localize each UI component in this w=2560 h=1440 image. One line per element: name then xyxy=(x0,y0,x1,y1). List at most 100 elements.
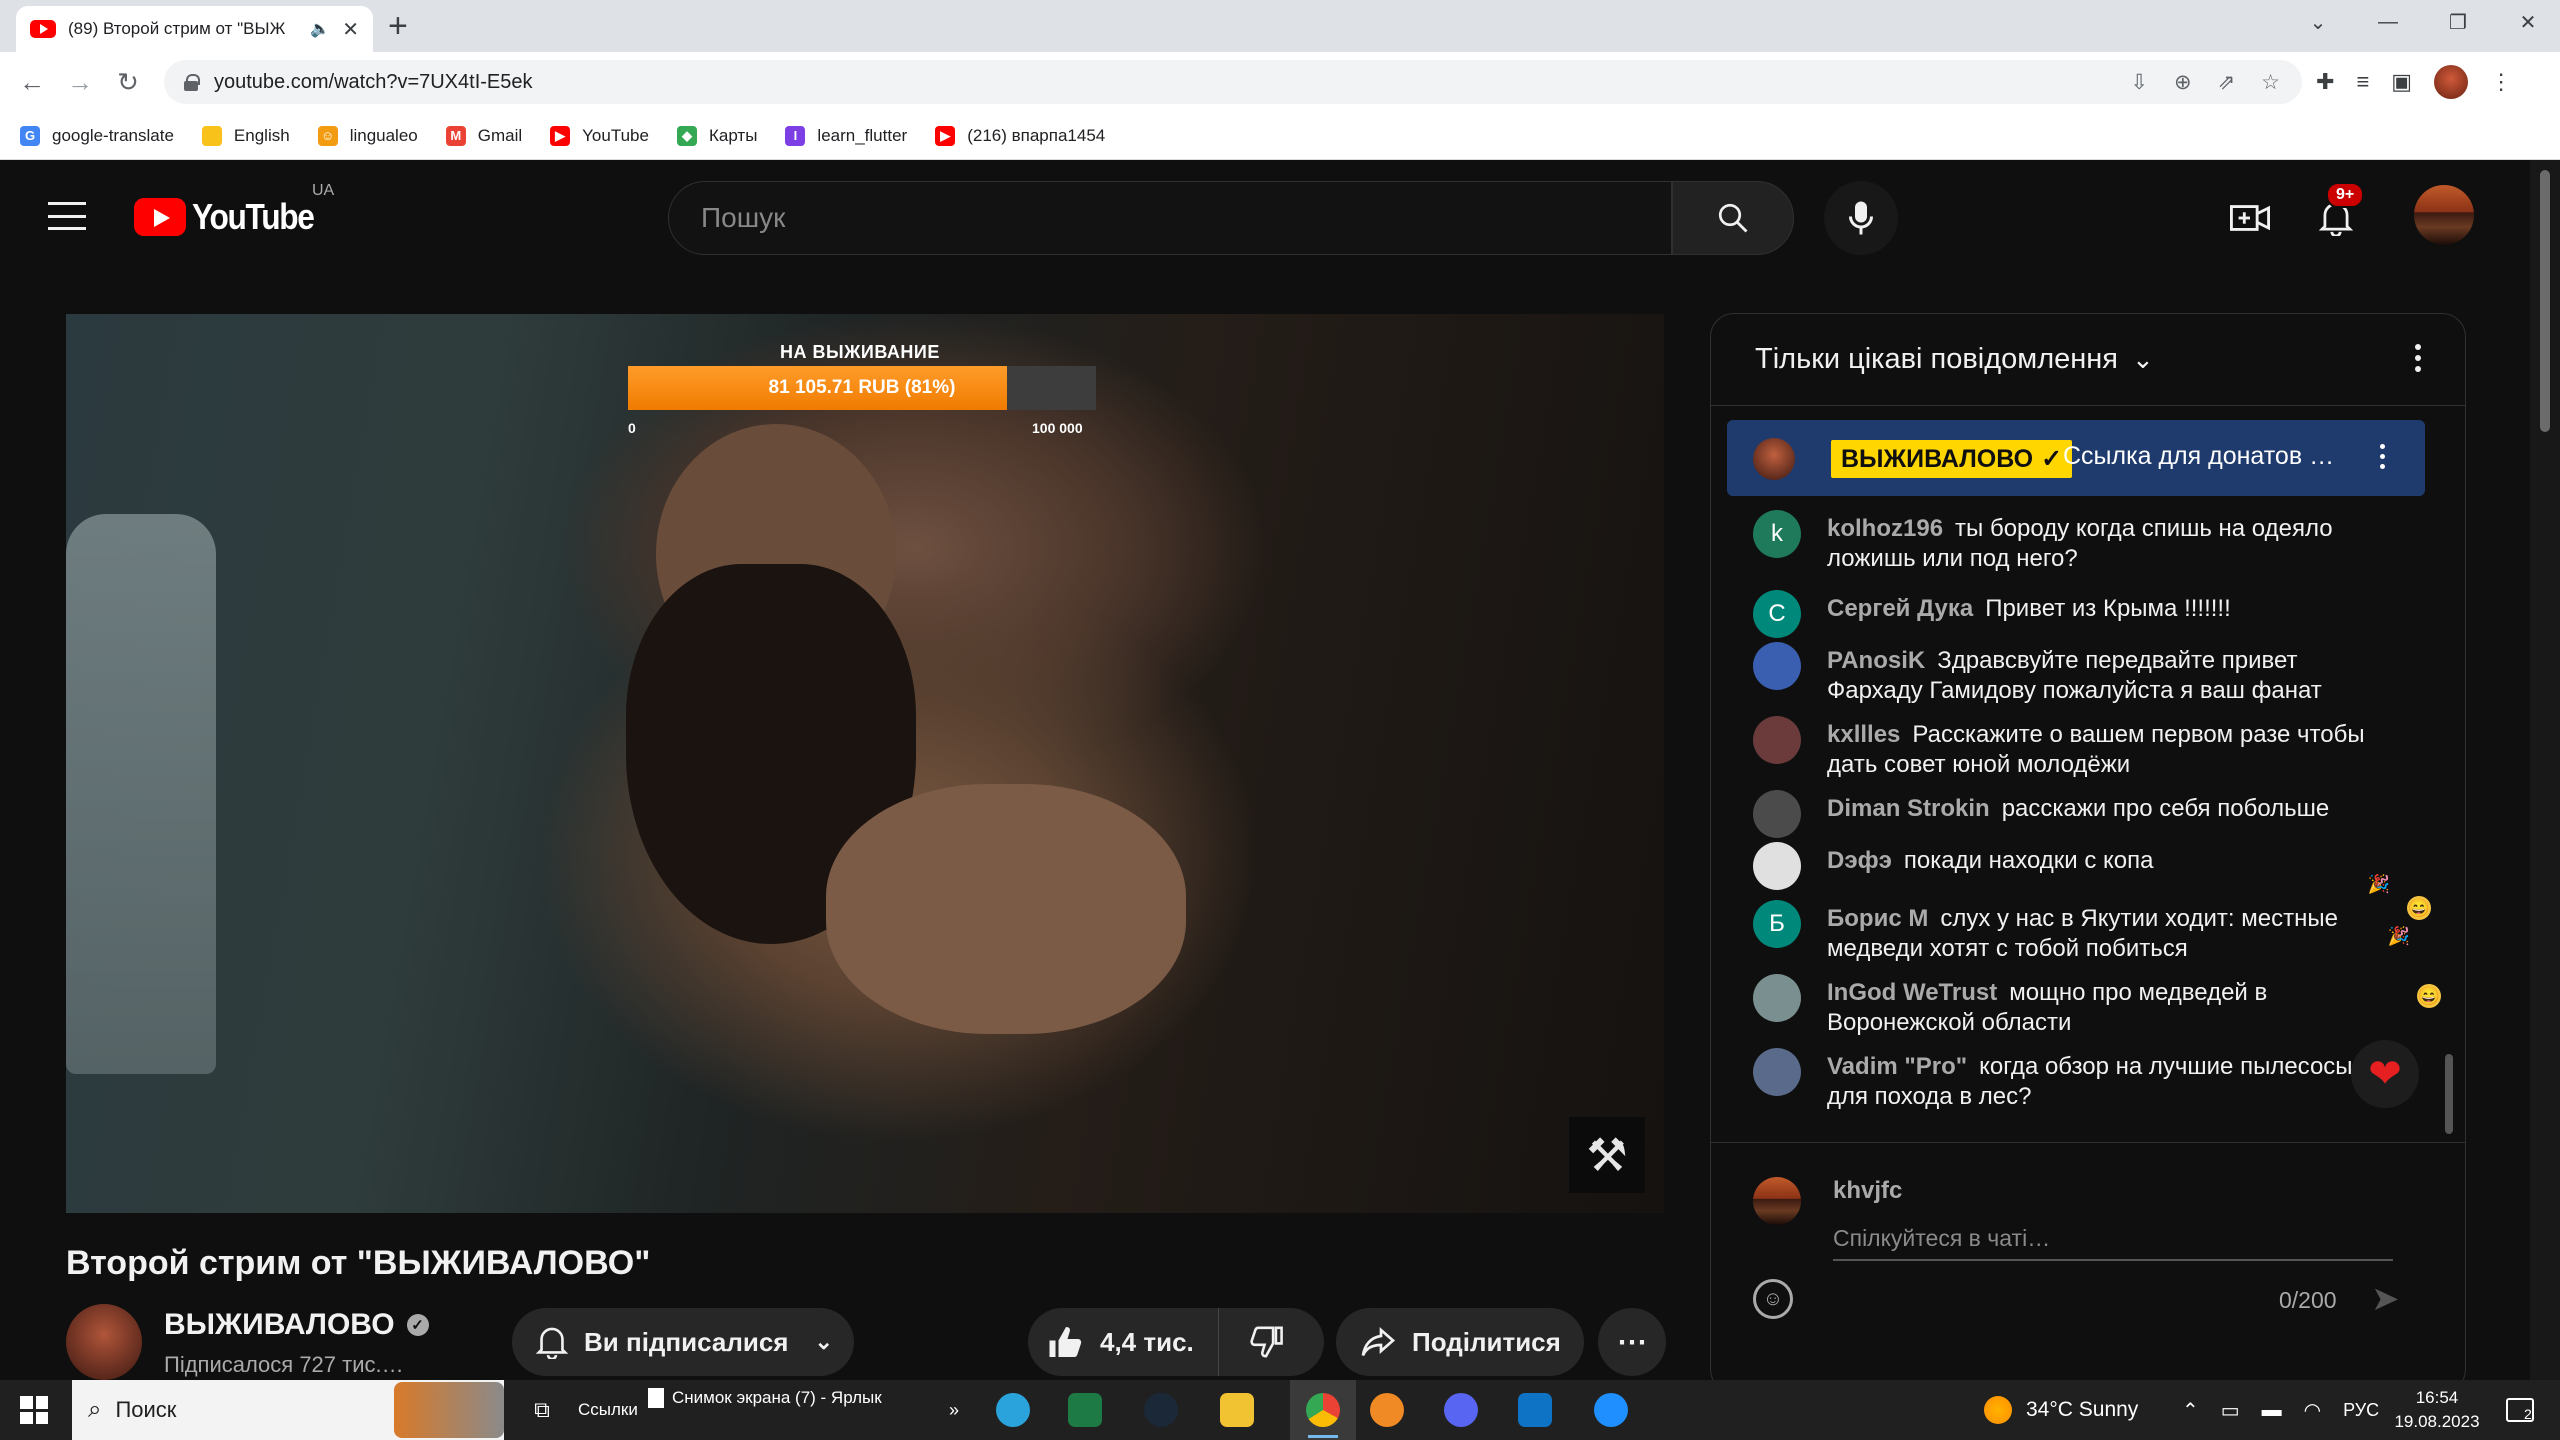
close-tab-icon[interactable]: ✕ xyxy=(342,17,359,42)
send-icon[interactable]: ➤ xyxy=(2371,1279,2400,1319)
chat-message[interactable]: С Сергей Дука Привет из Крыма !!!!!!! xyxy=(1753,590,2393,638)
chat-message[interactable]: Diman Strokin расскажи про себя побольше xyxy=(1753,790,2393,838)
discord-icon[interactable] xyxy=(1444,1380,1478,1440)
create-button[interactable] xyxy=(2220,188,2280,248)
tab-search-icon[interactable]: ⌄ xyxy=(2286,0,2350,44)
battery-icon[interactable]: ▬ xyxy=(2262,1399,2282,1422)
chat-input[interactable]: Спілкуйтеся в чаті… xyxy=(1833,1221,2393,1261)
chat-author-name[interactable]: Vadim "Pro" xyxy=(1827,1053,1967,1080)
chat-author-avatar[interactable] xyxy=(1753,974,1801,1022)
bookmark-item[interactable]: Ilearn_flutter xyxy=(785,125,907,146)
chevron-up-icon[interactable]: ⌃ xyxy=(2182,1398,2199,1423)
forward-button[interactable]: → xyxy=(60,62,100,102)
install-app-icon[interactable]: ⇩ xyxy=(2130,70,2148,95)
chat-scrollbar[interactable] xyxy=(2445,1054,2453,1134)
lock-icon[interactable] xyxy=(184,74,200,91)
weather-widget[interactable]: 34°C Sunny xyxy=(1984,1380,2138,1440)
minimize-button[interactable]: — xyxy=(2356,0,2420,44)
more-actions-button[interactable]: ⋯ xyxy=(1598,1308,1666,1376)
language-indicator[interactable]: РУС xyxy=(2343,1400,2379,1421)
clock[interactable]: 16:54 19.08.2023 xyxy=(2392,1380,2482,1440)
back-button[interactable]: ← xyxy=(12,62,52,102)
chat-message[interactable]: k kolhoz196 ты бороду когда спишь на одеял… xyxy=(1753,510,2393,574)
address-bar[interactable]: youtube.com/watch?v=7UX4tI-E5ek ⇩ ⊕ ⇗ ☆ xyxy=(164,60,2302,104)
toolbar-overflow-icon[interactable]: » xyxy=(944,1380,964,1440)
media-control-icon[interactable]: ≡ xyxy=(2356,69,2369,95)
bookmark-star-icon[interactable]: ☆ xyxy=(2261,70,2280,95)
channel-avatar[interactable] xyxy=(66,1304,142,1380)
channel-name-text[interactable]: ВЫЖИВАЛОВО xyxy=(164,1308,395,1342)
chrome-menu-icon[interactable]: ⋮ xyxy=(2490,69,2512,95)
bookmark-item[interactable]: ☺ lingualeo xyxy=(317,125,418,146)
subscribe-button[interactable]: Ви підписалися ⌄ xyxy=(512,1308,854,1376)
wifi-icon[interactable]: ◠ xyxy=(2304,1398,2321,1423)
pinned-message[interactable]: ВЫЖИВАЛОВО ✓ Ссылка для донатов https://… xyxy=(1727,420,2425,496)
chat-message[interactable]: kxllles Расскажите о вашем первом разе чт… xyxy=(1753,716,2393,780)
menu-icon[interactable] xyxy=(48,202,86,230)
page-scrollbar[interactable] xyxy=(2530,160,2560,1380)
links-toolbar[interactable]: Ссылки xyxy=(578,1380,638,1440)
chat-author-name[interactable]: Сергей Дука xyxy=(1827,595,1973,622)
chat-author-avatar[interactable]: k xyxy=(1753,510,1801,558)
chat-author-avatar[interactable] xyxy=(1753,716,1801,764)
chat-author-avatar[interactable]: Б xyxy=(1753,900,1801,948)
chat-message[interactable]: Dэфэ покади находки с копа xyxy=(1753,842,2393,890)
restore-button[interactable]: ❐ xyxy=(2426,0,2490,44)
new-tab-button[interactable]: + xyxy=(388,8,408,44)
pinned-options-icon[interactable] xyxy=(2380,444,2385,469)
excel-icon[interactable] xyxy=(1068,1380,1102,1440)
chat-author-avatar[interactable] xyxy=(1753,842,1801,890)
screenshot-shortcut[interactable]: Снимок экрана (7) - Ярлык xyxy=(648,1380,882,1440)
pinned-text[interactable]: Ссылка для донатов https://www.donationa… xyxy=(2063,442,2347,471)
chat-author-name[interactable]: PAnosiK xyxy=(1827,647,1925,674)
dislike-button[interactable] xyxy=(1235,1326,1283,1358)
chat-author-name[interactable]: Борис М xyxy=(1827,905,1928,932)
zoom-icon[interactable]: ⊕ xyxy=(2174,70,2192,95)
app-store-icon[interactable] xyxy=(1594,1380,1628,1440)
extensions-icon[interactable]: ✚ xyxy=(2316,69,2334,95)
notification-center-icon[interactable]: 2 xyxy=(2500,1380,2540,1440)
chat-mode-selector[interactable]: Тільки цікаві повідомлення ⌄ xyxy=(1711,314,2465,406)
steam-icon[interactable] xyxy=(1144,1380,1178,1440)
video-player[interactable]: НА ВЫЖИВАНИЕ 81 105.71 RUB (81%) 0 100 0… xyxy=(66,314,1664,1213)
chat-author-avatar[interactable] xyxy=(1753,1048,1801,1096)
search-button[interactable] xyxy=(1672,181,1794,255)
voice-search-button[interactable] xyxy=(1824,181,1898,255)
chat-author-name[interactable]: kolhoz196 xyxy=(1827,515,1943,542)
chrome-icon[interactable] xyxy=(1306,1380,1340,1440)
youtube-logo[interactable]: YouTube UA xyxy=(134,182,334,238)
share-button[interactable]: Поділитися xyxy=(1336,1308,1584,1376)
chat-message[interactable]: PAnosiK Здравсвуйте передвайте привет Фар… xyxy=(1753,642,2393,706)
search-input[interactable]: Пошук xyxy=(668,181,1672,255)
fl-studio-icon[interactable] xyxy=(1370,1380,1404,1440)
close-window-button[interactable]: ✕ xyxy=(2496,0,2560,44)
task-view-icon[interactable]: ⧉ xyxy=(522,1380,562,1440)
bookmark-item[interactable]: M Gmail xyxy=(445,125,522,146)
windows-start-icon[interactable] xyxy=(20,1396,48,1424)
display-icon[interactable]: ▭ xyxy=(2221,1398,2240,1423)
bookmark-item[interactable]: ▶ YouTube xyxy=(550,125,649,146)
chat-message[interactable]: InGod WeTrust мощно про медведей в Вороне… xyxy=(1753,974,2393,1038)
chat-author-name[interactable]: kxllles xyxy=(1827,721,1900,748)
chat-author-name[interactable]: Dэфэ xyxy=(1827,847,1892,874)
chat-options-icon[interactable] xyxy=(2415,344,2421,372)
file-explorer-icon[interactable] xyxy=(1220,1380,1254,1440)
chat-author-avatar[interactable]: С xyxy=(1753,590,1801,638)
reload-button[interactable]: ↻ xyxy=(108,62,148,102)
chat-author-avatar[interactable] xyxy=(1753,790,1801,838)
taskbar-search[interactable]: ⌕ Поиск xyxy=(72,1380,504,1440)
side-panel-icon[interactable]: ▣ xyxy=(2391,69,2412,95)
bookmark-item[interactable]: Ggoogle-translate xyxy=(20,125,174,146)
page-scrollbar-thumb[interactable] xyxy=(2540,170,2550,432)
profile-avatar[interactable] xyxy=(2434,65,2469,99)
url-text[interactable]: youtube.com/watch?v=7UX4tI-E5ek xyxy=(214,71,533,94)
vscode-icon[interactable] xyxy=(1518,1380,1552,1440)
chat-author-name[interactable]: InGod WeTrust xyxy=(1827,979,1997,1006)
chat-author-name[interactable]: Diman Strokin xyxy=(1827,795,1990,822)
heart-reaction-button[interactable]: ❤ xyxy=(2351,1040,2419,1108)
chat-message[interactable]: Vadim "Pro" когда обзор на лучшие пылесос… xyxy=(1753,1048,2393,1112)
tab-youtube[interactable]: (89) Второй стрим от "ВЫЖ 🔈 ✕ xyxy=(16,6,373,52)
notifications-button[interactable]: 9+ xyxy=(2306,182,2366,248)
emoji-picker-icon[interactable]: ☺ xyxy=(1753,1279,1793,1319)
telegram-icon[interactable] xyxy=(996,1380,1030,1440)
